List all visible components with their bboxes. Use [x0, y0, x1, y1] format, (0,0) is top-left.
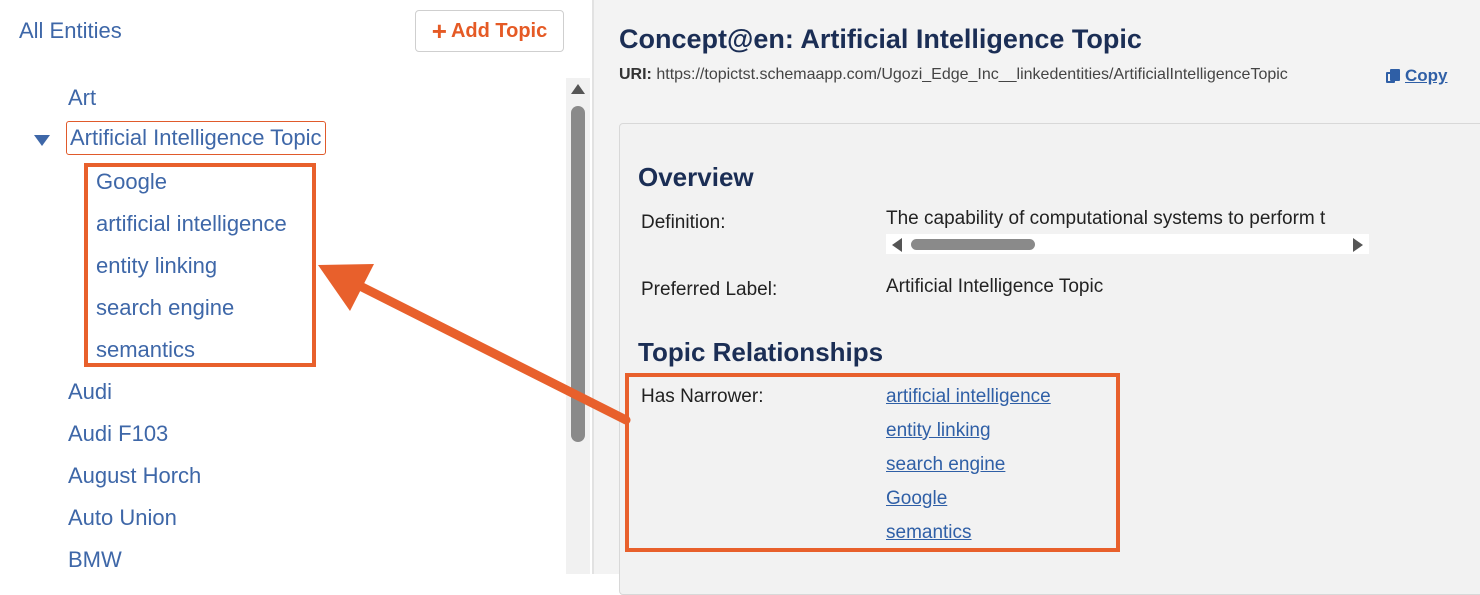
tree-item-audi-f103[interactable]: Audi F103: [68, 421, 168, 447]
definition-value-box: The capability of computational systems …: [886, 208, 1369, 256]
preferred-label-label: Preferred Label:: [641, 279, 778, 300]
definition-label: Definition:: [641, 212, 726, 233]
tree-item-bmw[interactable]: BMW: [68, 547, 122, 573]
plus-icon: +: [431, 16, 447, 46]
scroll-left-arrow-icon[interactable]: [892, 238, 902, 252]
add-topic-button[interactable]: + Add Topic: [415, 10, 564, 52]
tree-item-auto-union[interactable]: Auto Union: [68, 505, 177, 531]
horizontal-scroll-thumb[interactable]: [911, 239, 1035, 250]
overview-heading: Overview: [638, 162, 754, 192]
tree-scrollbar[interactable]: [566, 78, 590, 574]
scroll-thumb[interactable]: [571, 106, 585, 442]
definition-horizontal-scrollbar[interactable]: [886, 234, 1369, 254]
annotation-highlight-children: [84, 163, 316, 367]
definition-value: The capability of computational systems …: [886, 208, 1326, 229]
page-title: Concept@en: Artificial Intelligence Topi…: [619, 24, 1142, 54]
preferred-label-value: Artificial Intelligence Topic: [886, 276, 1104, 297]
tree-item-artificial-intelligence-topic[interactable]: Artificial Intelligence Topic: [66, 121, 326, 155]
scroll-right-arrow-icon[interactable]: [1353, 238, 1363, 252]
annotation-highlight-narrower: [625, 373, 1120, 552]
topic-relationships-heading: Topic Relationships: [638, 337, 884, 367]
copy-label: Copy: [1405, 66, 1448, 85]
all-entities-header[interactable]: All Entities: [19, 18, 122, 44]
copy-uri-button[interactable]: Copy: [1386, 66, 1448, 86]
tree-item-art[interactable]: Art: [68, 85, 96, 111]
scroll-up-arrow-icon[interactable]: [571, 84, 585, 94]
uri-value: https://topictst.schemaapp.com/Ugozi_Edg…: [656, 66, 1288, 83]
caret-down-icon[interactable]: [34, 135, 50, 146]
tree-item-audi[interactable]: Audi: [68, 379, 112, 405]
copy-icon: [1386, 68, 1400, 84]
tree-item-august-horch[interactable]: August Horch: [68, 463, 201, 489]
add-topic-label: Add Topic: [450, 19, 548, 42]
uri-row: URI: https://topictst.schemaapp.com/Ugoz…: [619, 66, 1288, 84]
uri-label: URI:: [619, 66, 652, 83]
